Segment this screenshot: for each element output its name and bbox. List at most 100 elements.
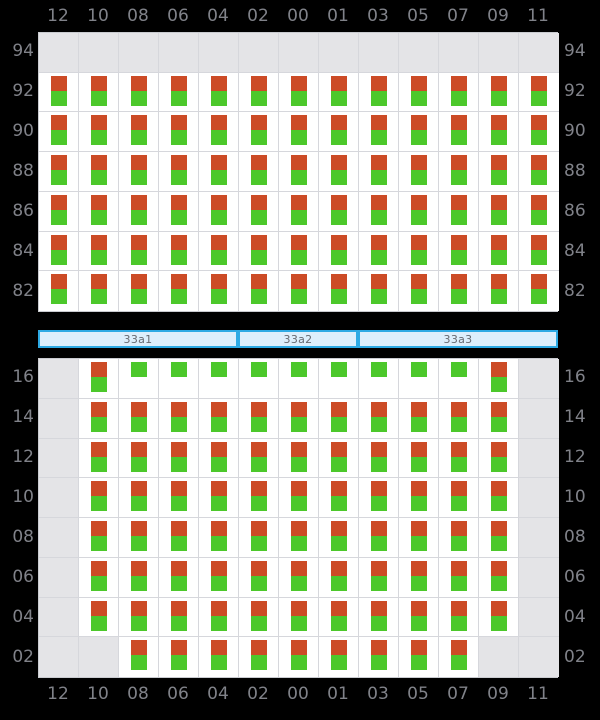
bottom-cell-10-04[interactable] xyxy=(199,478,239,518)
top-cell-84-12[interactable] xyxy=(39,231,79,272)
bottom-cell-14-01[interactable] xyxy=(319,398,359,439)
top-cell-84-10[interactable] xyxy=(79,231,119,272)
bottom-cell-12-07[interactable] xyxy=(439,438,479,479)
bottom-cell-12-01[interactable] xyxy=(319,438,359,479)
top-cell-86-02[interactable] xyxy=(239,191,279,232)
top-cell-88-08[interactable] xyxy=(119,152,159,192)
bottom-cell-16-04[interactable] xyxy=(199,359,239,399)
bottom-cell-04-05[interactable] xyxy=(399,597,439,638)
bottom-cell-06-10[interactable] xyxy=(79,557,119,598)
top-cell-84-00[interactable] xyxy=(279,231,319,272)
top-cell-86-12[interactable] xyxy=(39,191,79,232)
bottom-cell-08-08[interactable] xyxy=(119,518,159,558)
top-cell-88-00[interactable] xyxy=(279,152,319,192)
bottom-cell-08-00[interactable] xyxy=(279,518,319,558)
top-cell-86-09[interactable] xyxy=(479,191,519,232)
bottom-cell-14-07[interactable] xyxy=(439,398,479,439)
bottom-cell-16-00[interactable] xyxy=(279,359,319,399)
top-cell-92-10[interactable] xyxy=(79,72,119,113)
top-panel-grid[interactable] xyxy=(38,32,559,312)
bottom-cell-10-09[interactable] xyxy=(479,478,519,518)
top-cell-86-03[interactable] xyxy=(359,191,399,232)
bottom-cell-08-01[interactable] xyxy=(319,518,359,558)
top-cell-88-02[interactable] xyxy=(239,152,279,192)
top-cell-84-06[interactable] xyxy=(159,231,199,272)
bottom-cell-16-05[interactable] xyxy=(399,359,439,399)
bottom-cell-12-08[interactable] xyxy=(119,438,159,479)
bottom-cell-10-02[interactable] xyxy=(239,478,279,518)
bottom-cell-08-04[interactable] xyxy=(199,518,239,558)
top-cell-82-08[interactable] xyxy=(119,271,159,312)
top-cell-86-08[interactable] xyxy=(119,191,159,232)
bottom-cell-14-08[interactable] xyxy=(119,398,159,439)
top-cell-92-01[interactable] xyxy=(319,72,359,113)
top-cell-84-09[interactable] xyxy=(479,231,519,272)
bottom-cell-04-04[interactable] xyxy=(199,597,239,638)
top-cell-88-05[interactable] xyxy=(399,152,439,192)
bottom-cell-06-05[interactable] xyxy=(399,557,439,598)
band-segment-33a2[interactable]: 33a2 xyxy=(238,330,358,348)
bottom-cell-14-09[interactable] xyxy=(479,398,519,439)
top-cell-86-04[interactable] xyxy=(199,191,239,232)
bottom-cell-16-09[interactable] xyxy=(479,359,519,399)
bottom-cell-08-06[interactable] xyxy=(159,518,199,558)
top-cell-84-04[interactable] xyxy=(199,231,239,272)
top-cell-88-09[interactable] xyxy=(479,152,519,192)
top-cell-84-01[interactable] xyxy=(319,231,359,272)
bottom-cell-16-10[interactable] xyxy=(79,359,119,399)
top-cell-82-10[interactable] xyxy=(79,271,119,312)
top-cell-90-09[interactable] xyxy=(479,112,519,153)
top-cell-84-05[interactable] xyxy=(399,231,439,272)
bottom-cell-10-08[interactable] xyxy=(119,478,159,518)
top-cell-90-12[interactable] xyxy=(39,112,79,153)
bottom-cell-14-00[interactable] xyxy=(279,398,319,439)
top-cell-82-12[interactable] xyxy=(39,271,79,312)
top-cell-88-01[interactable] xyxy=(319,152,359,192)
bottom-cell-02-01[interactable] xyxy=(319,637,359,677)
top-cell-92-06[interactable] xyxy=(159,72,199,113)
bottom-cell-16-07[interactable] xyxy=(439,359,479,399)
bottom-cell-14-04[interactable] xyxy=(199,398,239,439)
bottom-cell-08-09[interactable] xyxy=(479,518,519,558)
top-cell-92-03[interactable] xyxy=(359,72,399,113)
bottom-cell-14-02[interactable] xyxy=(239,398,279,439)
bottom-cell-10-06[interactable] xyxy=(159,478,199,518)
bottom-cell-02-07[interactable] xyxy=(439,637,479,677)
top-cell-88-03[interactable] xyxy=(359,152,399,192)
bottom-cell-06-01[interactable] xyxy=(319,557,359,598)
bottom-cell-10-10[interactable] xyxy=(79,478,119,518)
bottom-cell-16-02[interactable] xyxy=(239,359,279,399)
bottom-cell-08-05[interactable] xyxy=(399,518,439,558)
top-cell-88-12[interactable] xyxy=(39,152,79,192)
top-cell-92-05[interactable] xyxy=(399,72,439,113)
top-cell-82-07[interactable] xyxy=(439,271,479,312)
top-cell-82-02[interactable] xyxy=(239,271,279,312)
bottom-cell-06-06[interactable] xyxy=(159,557,199,598)
top-cell-90-07[interactable] xyxy=(439,112,479,153)
top-cell-82-03[interactable] xyxy=(359,271,399,312)
bottom-cell-06-09[interactable] xyxy=(479,557,519,598)
bottom-cell-04-10[interactable] xyxy=(79,597,119,638)
top-cell-86-11[interactable] xyxy=(519,191,559,232)
bottom-cell-08-07[interactable] xyxy=(439,518,479,558)
bottom-cell-12-09[interactable] xyxy=(479,438,519,479)
bottom-cell-08-02[interactable] xyxy=(239,518,279,558)
top-cell-90-03[interactable] xyxy=(359,112,399,153)
bottom-cell-16-08[interactable] xyxy=(119,359,159,399)
top-cell-90-11[interactable] xyxy=(519,112,559,153)
top-cell-82-00[interactable] xyxy=(279,271,319,312)
top-cell-90-00[interactable] xyxy=(279,112,319,153)
bottom-cell-04-07[interactable] xyxy=(439,597,479,638)
top-cell-90-02[interactable] xyxy=(239,112,279,153)
bottom-cell-06-04[interactable] xyxy=(199,557,239,598)
top-cell-84-11[interactable] xyxy=(519,231,559,272)
top-cell-92-00[interactable] xyxy=(279,72,319,113)
bottom-cell-14-03[interactable] xyxy=(359,398,399,439)
bottom-cell-14-05[interactable] xyxy=(399,398,439,439)
bottom-cell-04-06[interactable] xyxy=(159,597,199,638)
band-segment-33a1[interactable]: 33a1 xyxy=(38,330,238,348)
bottom-cell-10-05[interactable] xyxy=(399,478,439,518)
top-cell-90-06[interactable] xyxy=(159,112,199,153)
bottom-cell-02-03[interactable] xyxy=(359,637,399,677)
bottom-cell-14-10[interactable] xyxy=(79,398,119,439)
